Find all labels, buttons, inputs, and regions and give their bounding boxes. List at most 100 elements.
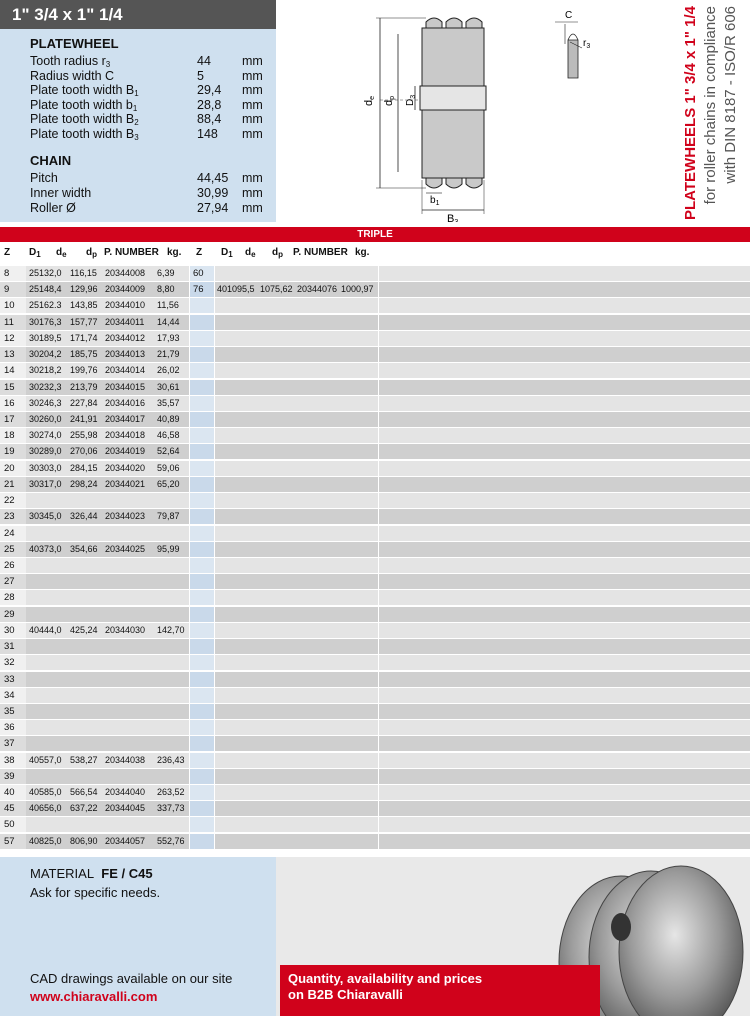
cell-pn: 20344013 bbox=[105, 349, 146, 360]
cell-empty bbox=[379, 687, 750, 703]
cell-z: 10 bbox=[0, 298, 26, 314]
cell-group-right bbox=[215, 622, 378, 638]
cell-group-left bbox=[26, 493, 189, 509]
b2b-banner[interactable]: Quantity, availability and prices on B2B… bbox=[280, 965, 600, 1016]
cell-empty bbox=[379, 817, 750, 833]
cell-z: 23 bbox=[0, 509, 26, 525]
table-row: 25 40 373,0 354,66 20344025 95,99 bbox=[0, 541, 750, 558]
hdr-de: de bbox=[56, 247, 67, 259]
cell-group-right bbox=[215, 720, 378, 736]
b3-label: B3 bbox=[447, 213, 458, 222]
cell-dp: 129,96 bbox=[70, 284, 98, 295]
spec-value: 27,94 bbox=[197, 201, 229, 215]
cell-empty bbox=[379, 574, 750, 590]
cell-z: 33 bbox=[0, 671, 26, 687]
cell-z2 bbox=[190, 833, 214, 849]
cell-z: 45 bbox=[0, 801, 26, 817]
cell-pn: 20344009 bbox=[105, 284, 146, 295]
cell-z: 32 bbox=[0, 655, 26, 671]
cell-z2 bbox=[190, 590, 214, 606]
chain-row: Roller Ø 27,94 mm bbox=[30, 201, 270, 215]
cell-z2 bbox=[190, 736, 214, 752]
cell-empty bbox=[379, 428, 750, 444]
table-row: 50 bbox=[0, 817, 750, 833]
cell-group-left: 30 176,3 157,77 20344011 14,44 bbox=[26, 314, 189, 330]
cell-z2 bbox=[190, 557, 214, 573]
table-row: 14 30 218,2 199,76 20344014 26,02 bbox=[0, 363, 750, 379]
spec-label: Plate tooth width B3 bbox=[30, 126, 139, 142]
cell-z: 50 bbox=[0, 817, 26, 833]
cell-d1: 40 bbox=[29, 835, 40, 846]
cell-group-right bbox=[215, 639, 378, 655]
spec-label: Inner width bbox=[30, 186, 92, 200]
hdr-pn: P. NUMBER bbox=[104, 247, 159, 258]
cell-kg: 79,87 bbox=[157, 511, 180, 522]
cell-z: 24 bbox=[0, 525, 26, 541]
cell-group-left bbox=[26, 817, 189, 833]
cell-group-left: 30 246,3 227,84 20344016 35,57 bbox=[26, 395, 189, 411]
table-row: 37 bbox=[0, 736, 750, 752]
cell-z: 20 bbox=[0, 460, 26, 476]
cell-z2 bbox=[190, 298, 214, 314]
spec-value: 30,99 bbox=[197, 186, 229, 200]
cell-group-left bbox=[26, 574, 189, 590]
cell-z: 13 bbox=[0, 347, 26, 363]
cell-empty bbox=[379, 411, 750, 427]
cell-z2 bbox=[190, 622, 214, 638]
cell-pn: 20344057 bbox=[105, 835, 146, 846]
platewheel-row: Plate tooth width B3 148 mm bbox=[30, 126, 270, 142]
cell-deb: 1095,5 bbox=[227, 284, 255, 295]
cell-empty bbox=[379, 655, 750, 671]
table-row: 39 bbox=[0, 768, 750, 785]
cell-d1: 25 bbox=[29, 268, 40, 278]
cell-z2 bbox=[190, 671, 214, 687]
table-row: 21 30 317,0 298,24 20344021 65,20 bbox=[0, 476, 750, 493]
material-panel: MATERIAL FE / C45 Ask for specific needs… bbox=[0, 857, 276, 1016]
table-row: 20 30 303,0 284,15 20344020 59,06 bbox=[0, 460, 750, 477]
table-row: 19 30 289,0 270,06 20344019 52,64 bbox=[0, 444, 750, 460]
cell-de: 260,0 bbox=[39, 413, 62, 424]
cell-group-right bbox=[215, 574, 378, 590]
cell-empty bbox=[379, 557, 750, 573]
cell-z: 15 bbox=[0, 379, 26, 395]
cell-z2 bbox=[190, 395, 214, 411]
cell-empty bbox=[379, 768, 750, 784]
spec-value: 88,4 bbox=[197, 112, 222, 126]
cell-group-left bbox=[26, 590, 189, 606]
cell-empty bbox=[379, 622, 750, 638]
cell-de: 132,0 bbox=[39, 268, 62, 278]
cell-group-left: 25 132,0 116,15 20344008 6,39 bbox=[26, 266, 189, 281]
spec-panel: PLATEWHEEL Tooth radius r3 44 mm Radius wid… bbox=[0, 29, 276, 222]
platewheel-row: Radius width C 5 mm bbox=[30, 69, 270, 83]
cell-d1: 30 bbox=[29, 316, 40, 327]
spec-value: 44,45 bbox=[197, 171, 229, 185]
table-row: 57 40 825,0 806,90 20344057 552,76 bbox=[0, 833, 750, 850]
cell-group-left bbox=[26, 655, 189, 671]
spec-value: 5 bbox=[197, 68, 204, 83]
cell-z: 40 bbox=[0, 785, 26, 801]
chain-row: Inner width 30,99 mm bbox=[30, 186, 270, 200]
table-row: 33 bbox=[0, 671, 750, 688]
ask-text: Ask for specific needs. bbox=[30, 885, 161, 900]
cell-kg: 30,61 bbox=[157, 381, 180, 392]
cell-dp: 199,76 bbox=[70, 365, 98, 376]
cell-dp: 538,27 bbox=[70, 754, 98, 765]
table-row: 36 bbox=[0, 720, 750, 736]
cell-dp: 806,90 bbox=[70, 835, 98, 846]
cell-group-right bbox=[215, 509, 378, 525]
cell-group-right bbox=[215, 493, 378, 509]
cell-z2 bbox=[190, 330, 214, 346]
cell-z2 bbox=[190, 476, 214, 492]
cell-group-right bbox=[215, 266, 378, 281]
table-row: 15 30 232,3 213,79 20344015 30,61 bbox=[0, 379, 750, 396]
spec-unit: mm bbox=[242, 68, 263, 83]
r3-label: r3 bbox=[583, 38, 590, 50]
cell-dp: 566,54 bbox=[70, 787, 98, 798]
cell-z: 26 bbox=[0, 557, 26, 573]
cell-d1: 30 bbox=[29, 397, 40, 408]
cell-de: 303,0 bbox=[39, 462, 62, 473]
website-link[interactable]: www.chiaravalli.com bbox=[30, 989, 157, 1004]
cell-kg: 11,56 bbox=[157, 300, 179, 311]
cell-pn: 20344012 bbox=[105, 332, 146, 343]
cell-pn: 20344010 bbox=[105, 300, 146, 311]
